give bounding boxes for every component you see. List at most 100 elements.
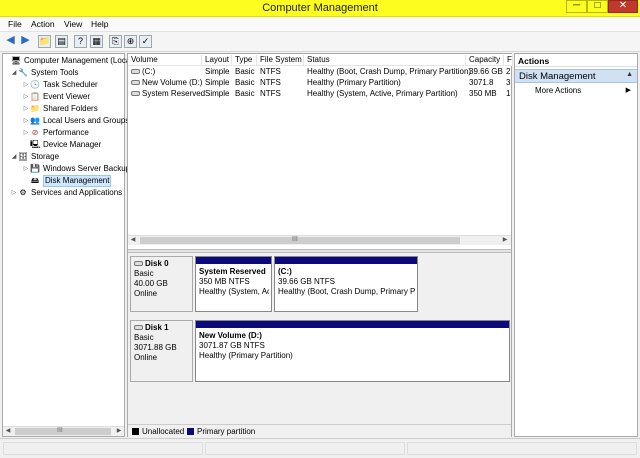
forward-button[interactable]: ▶: [19, 34, 32, 48]
volume-list-horizontal-scrollbar[interactable]: ◀ III ▶: [128, 235, 511, 245]
column-header-free[interactable]: F: [504, 55, 513, 66]
help-button[interactable]: ?: [74, 35, 87, 48]
free-space-cell: 2: [506, 67, 511, 76]
type-cell: Basic: [235, 89, 255, 98]
primary-partition-bar: [275, 257, 417, 264]
status-bar: [0, 438, 640, 458]
disk-size: 40.00 GB: [134, 279, 168, 288]
menu-file[interactable]: File: [8, 19, 22, 29]
partition-status: Healthy (Primary Partition): [199, 351, 293, 360]
graphical-disk-view: Disk 0 Basic 40.00 GB Online System Rese…: [128, 253, 511, 436]
volume-row[interactable]: New Volume (D:) Simple Basic NTFS Health…: [128, 78, 513, 88]
capacity-cell: 39.66 GB: [469, 67, 503, 76]
close-button[interactable]: ✕: [608, 0, 638, 13]
maximize-button[interactable]: □: [587, 0, 608, 13]
export-list-button[interactable]: ⎘: [109, 35, 122, 48]
status-cell-3: [407, 442, 637, 455]
legend-unallocated-label: Unallocated: [142, 427, 185, 436]
expand-icon[interactable]: ▷: [23, 115, 29, 127]
more-actions-item[interactable]: More Actions ▶: [535, 86, 635, 98]
show-hide-tree-button[interactable]: ▤: [55, 35, 68, 48]
partition-name: New Volume (D:): [199, 331, 262, 340]
scroll-left-icon[interactable]: ◀: [128, 236, 138, 245]
tools-icon: 🔧: [18, 68, 28, 77]
scroll-right-icon[interactable]: ▶: [500, 236, 510, 245]
volume-name-cell: New Volume (D:): [131, 78, 202, 87]
column-header-status[interactable]: Status: [304, 55, 466, 66]
partition-new-volume-d[interactable]: New Volume (D:) 3071.87 GB NTFS Healthy …: [195, 320, 510, 382]
tree-horizontal-scrollbar[interactable]: ◀ III ▶: [3, 426, 124, 436]
forward-arrow-icon: ▶: [21, 34, 30, 46]
actions-header: Actions: [515, 54, 637, 67]
expand-icon[interactable]: ▷: [23, 127, 29, 139]
connect-button[interactable]: ⊕: [124, 35, 137, 48]
primary-partition-bar: [196, 321, 509, 328]
disk-size: 3071.88 GB: [134, 343, 177, 352]
expand-icon[interactable]: ▷: [23, 103, 29, 115]
title-bar: Computer Management ─ □ ✕: [0, 0, 640, 17]
type-cell: Basic: [235, 67, 255, 76]
file-system-cell: NTFS: [260, 78, 281, 87]
properties-button[interactable]: ▦: [90, 35, 103, 48]
maximize-icon: □: [594, 0, 601, 11]
partition-system-reserved[interactable]: System Reserved 350 MB NTFS Healthy (Sys…: [195, 256, 272, 312]
drive-icon: [131, 91, 140, 97]
console-tree-icon: ▤: [57, 36, 66, 46]
unallocated-swatch: [132, 428, 139, 435]
column-header-type[interactable]: Type: [232, 55, 257, 66]
volume-name-cell: System Reserved: [131, 89, 205, 98]
volume-list-header: Volume Layout Type File System Status Ca…: [128, 54, 513, 66]
menu-view[interactable]: View: [64, 19, 82, 29]
free-space-cell: 3: [506, 78, 511, 87]
partition-size: 350 MB NTFS: [199, 277, 250, 286]
clock-icon: 🕓: [30, 80, 40, 89]
scroll-right-icon[interactable]: ▶: [114, 427, 124, 436]
expand-icon[interactable]: ▷: [23, 91, 29, 103]
scrollbar-thumb[interactable]: III: [15, 427, 111, 435]
collapse-caret-icon[interactable]: ▲: [626, 71, 633, 78]
primary-partition-swatch: [187, 428, 194, 435]
tree-item-label: Event Viewer: [43, 92, 90, 101]
checkmark-icon: ✓: [141, 36, 150, 46]
disk-name: Disk 1: [134, 323, 189, 333]
disk-icon: 🖴: [30, 176, 40, 185]
menu-help[interactable]: Help: [91, 19, 108, 29]
expand-icon[interactable]: ▷: [11, 187, 17, 199]
collapse-icon[interactable]: ◢: [11, 151, 17, 163]
actions-pane: Actions Disk Management ▲ More Actions ▶: [514, 53, 638, 437]
drive-icon: [131, 69, 140, 75]
scroll-left-icon[interactable]: ◀: [3, 427, 13, 436]
back-button[interactable]: ◀: [4, 34, 17, 48]
close-icon: ✕: [618, 0, 628, 11]
tree-item-label: Device Manager: [43, 140, 102, 149]
disk-type: Basic: [134, 269, 154, 278]
column-header-layout[interactable]: Layout: [202, 55, 232, 66]
partition-size: 39.66 GB NTFS: [278, 277, 335, 286]
disk-0-label[interactable]: Disk 0 Basic 40.00 GB Online: [130, 256, 193, 312]
volume-row[interactable]: System Reserved Simple Basic NTFS Health…: [128, 89, 513, 99]
grip-icon: III: [57, 427, 63, 434]
collapse-icon[interactable]: ◢: [11, 67, 17, 79]
menu-action[interactable]: Action: [31, 19, 55, 29]
up-one-level-button[interactable]: 📁: [38, 35, 51, 48]
menu-bar: File Action View Help: [0, 17, 640, 32]
actions-section-disk-management[interactable]: Disk Management ▲: [515, 69, 637, 83]
volume-row[interactable]: (C:) Simple Basic NTFS Healthy (Boot, Cr…: [128, 67, 513, 77]
partition-c-drive[interactable]: (C:) 39.66 GB NTFS Healthy (Boot, Crash …: [274, 256, 418, 312]
settings-button[interactable]: ✓: [139, 35, 152, 48]
column-header-volume[interactable]: Volume: [128, 55, 202, 66]
shared-folder-icon: 📁: [30, 104, 40, 113]
expand-icon[interactable]: ▷: [23, 79, 29, 91]
minimize-button[interactable]: ─: [566, 0, 587, 13]
disk-1-label[interactable]: Disk 1 Basic 3071.88 GB Online: [130, 320, 193, 382]
scrollbar-thumb[interactable]: III: [140, 236, 460, 244]
back-arrow-icon: ◀: [6, 34, 15, 46]
status-cell: Healthy (Primary Partition): [307, 78, 401, 87]
partition-status: Healthy (System, Ac: [199, 287, 269, 296]
status-cell-2: [205, 442, 405, 455]
tree-item-label: Performance: [43, 128, 89, 137]
disk-name: Disk 0: [134, 259, 189, 269]
column-header-capacity[interactable]: Capacity: [466, 55, 504, 66]
expand-icon[interactable]: ▷: [23, 163, 29, 175]
column-header-file-system[interactable]: File System: [257, 55, 304, 66]
